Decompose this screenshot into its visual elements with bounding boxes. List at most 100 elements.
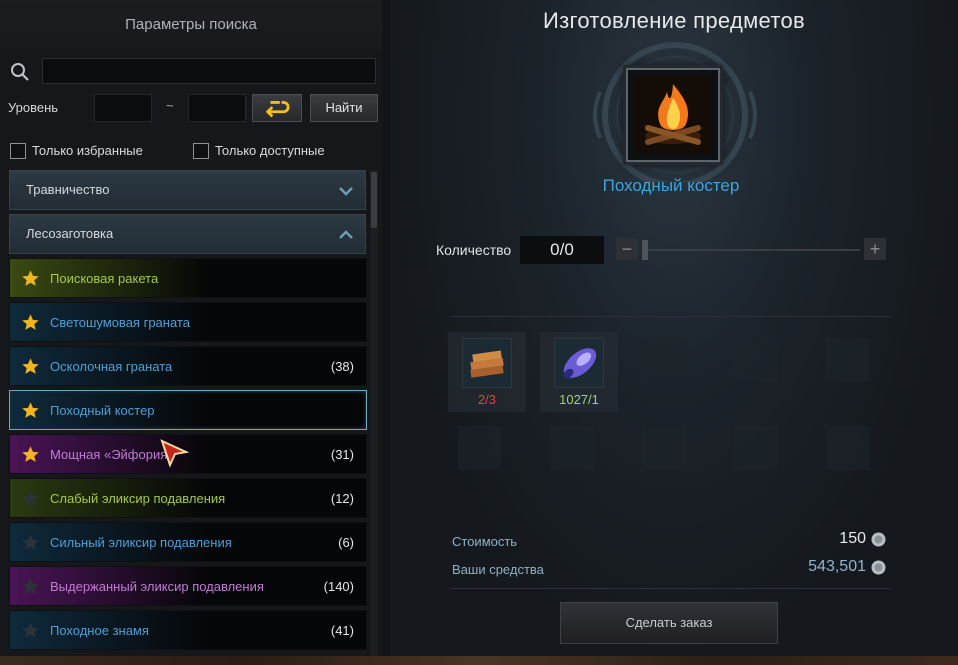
- silver-coin-icon: [871, 532, 886, 547]
- recipe-name: Светошумовая граната: [50, 315, 190, 330]
- slot-background: [458, 426, 502, 470]
- find-button[interactable]: Найти: [310, 94, 378, 122]
- recipe-list-item[interactable]: Светошумовая граната: [9, 302, 367, 342]
- favorite-star-icon[interactable]: [21, 313, 40, 332]
- slot-background: [734, 338, 778, 382]
- campfire-icon: [634, 76, 712, 154]
- recipe-name: Слабый эликсир подавления: [50, 491, 226, 506]
- empty-material-slot: [632, 332, 694, 390]
- crafted-item-slot[interactable]: [626, 68, 720, 162]
- filter-checkboxes: Только избранные Только доступные: [10, 142, 380, 162]
- material-slot[interactable]: 2/3: [448, 332, 526, 412]
- search-row: [8, 58, 378, 86]
- available-only-filter[interactable]: Только доступные: [193, 142, 325, 159]
- empty-material-slot: [724, 420, 786, 478]
- search-panel: Параметры поиска Уровень ~ Найти Только …: [0, 0, 382, 665]
- level-separator: ~: [166, 98, 174, 113]
- favorite-star-icon[interactable]: [21, 357, 40, 376]
- quantity-slider-handle[interactable]: [642, 240, 648, 260]
- slot-background: [642, 338, 686, 382]
- slot-background: [642, 426, 686, 470]
- recipe-count: (140): [323, 579, 354, 594]
- level-max-input[interactable]: [188, 94, 246, 122]
- timber-icon: [462, 338, 512, 388]
- recipe-list-item[interactable]: Поисковая ракета: [9, 258, 367, 298]
- search-panel-title: Параметры поиска: [0, 0, 382, 50]
- quantity-increase-button[interactable]: +: [864, 238, 886, 260]
- silver-coin-icon: [871, 560, 886, 575]
- favorite-star-icon[interactable]: [21, 269, 40, 288]
- cost-value: 150: [839, 530, 866, 547]
- recipe-name: Походный костер: [50, 403, 155, 418]
- recipe-list-item[interactable]: Походное знамя (41): [9, 610, 367, 650]
- recipe-count: (41): [330, 623, 354, 638]
- recipe-name: Походное знамя: [50, 623, 149, 638]
- category-label: Лесозаготовка: [26, 226, 114, 241]
- favorite-star-icon[interactable]: [21, 489, 40, 508]
- recipe-count: (6): [338, 535, 354, 550]
- empty-material-slot: [448, 420, 510, 478]
- category-label: Травничество: [26, 182, 110, 197]
- recipe-name: Поисковая ракета: [50, 271, 159, 286]
- empty-material-slot: [632, 420, 694, 478]
- funds-value: 543,501: [808, 558, 866, 575]
- recipe-list-item[interactable]: Сильный эликсир подавления (6): [9, 522, 367, 562]
- recipe-count: (12): [330, 491, 354, 506]
- empty-material-slot: [540, 420, 602, 478]
- favorite-star-icon[interactable]: [21, 533, 40, 552]
- favorite-star-icon[interactable]: [21, 621, 40, 640]
- recipe-list-scrollbar[interactable]: [370, 170, 378, 660]
- chevron-down-icon: [339, 187, 353, 196]
- quantity-value[interactable]: 0/0: [520, 236, 604, 264]
- level-filter: Уровень ~ Найти: [8, 94, 380, 124]
- slot-background: [550, 426, 594, 470]
- slot-background: [826, 338, 870, 382]
- crafting-panel: Изготовление предметов Походный костер К…: [390, 0, 958, 665]
- material-count: 2/3: [477, 392, 497, 407]
- recipe-list-item[interactable]: Слабый эликсир подавления (12): [9, 478, 367, 518]
- scrollbar-thumb[interactable]: [371, 172, 377, 228]
- recipe-name: Мощная «Эйфория»: [50, 447, 175, 462]
- empty-material-slot: [816, 420, 878, 478]
- chevron-up-icon: [339, 230, 353, 239]
- crystal-log-icon: [554, 338, 604, 388]
- material-count: 1027/1: [559, 392, 599, 407]
- slot-background: [826, 426, 870, 470]
- recipe-count: (38): [330, 359, 354, 374]
- material-slot[interactable]: 1027/1: [540, 332, 618, 412]
- section-divider: [450, 316, 890, 317]
- available-only-label: Только доступные: [215, 143, 325, 159]
- recipe-count: (31): [330, 447, 354, 462]
- crafted-item-name: Походный костер: [602, 176, 740, 195]
- empty-material-slot: [724, 332, 786, 390]
- level-min-input[interactable]: [94, 94, 152, 122]
- recipe-name: Выдержанный эликсир подавления: [50, 579, 264, 594]
- quantity-label: Количество: [436, 242, 512, 258]
- crafting-title: Изготовление предметов: [542, 8, 806, 33]
- recipe-name: Сильный эликсир подавления: [50, 535, 232, 550]
- search-icon: [11, 63, 29, 81]
- cursor-icon: [160, 439, 189, 468]
- favorite-star-icon[interactable]: [21, 401, 40, 420]
- recipe-list-item[interactable]: Походный костер: [9, 390, 367, 430]
- reset-button[interactable]: [252, 94, 302, 122]
- background-strip: [0, 656, 958, 665]
- recipe-name: Осколочная граната: [50, 359, 173, 374]
- quantity-decrease-button[interactable]: −: [616, 238, 638, 260]
- slot-background: [734, 426, 778, 470]
- category-logging[interactable]: Лесозаготовка: [9, 214, 366, 254]
- recipe-list-item[interactable]: Выдержанный эликсир подавления (140): [9, 566, 367, 606]
- level-label: Уровень: [8, 100, 59, 115]
- favorites-only-label: Только избранные: [32, 143, 143, 159]
- return-arrow-icon: [265, 101, 290, 118]
- quantity-slider-track[interactable]: [646, 249, 860, 251]
- favorites-only-checkbox[interactable]: [10, 142, 26, 159]
- place-order-button[interactable]: Сделать заказ: [560, 602, 778, 644]
- available-only-checkbox[interactable]: [193, 142, 209, 159]
- category-herbalism[interactable]: Травничество: [9, 170, 366, 210]
- favorite-star-icon[interactable]: [21, 445, 40, 464]
- search-input[interactable]: [42, 58, 376, 84]
- favorites-only-filter[interactable]: Только избранные: [10, 142, 143, 159]
- favorite-star-icon[interactable]: [21, 577, 40, 596]
- recipe-list-item[interactable]: Осколочная граната (38): [9, 346, 367, 386]
